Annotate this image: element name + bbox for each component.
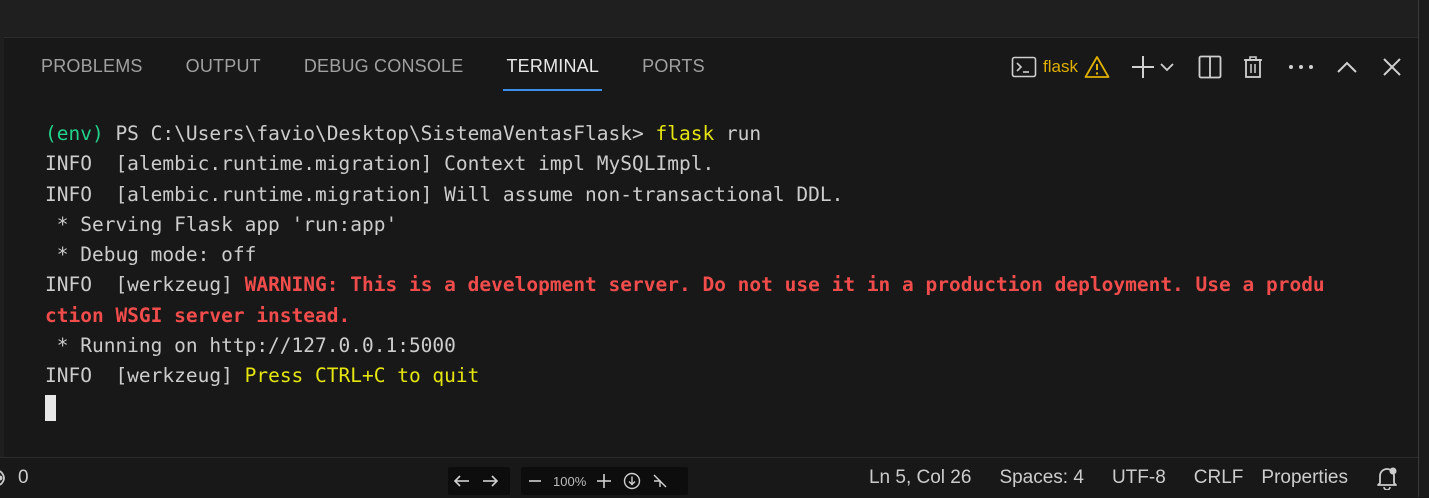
terminal-line: ction WSGI server instead. xyxy=(45,301,1413,331)
terminal-name: flask xyxy=(1043,57,1078,76)
prompt-command: flask xyxy=(655,122,715,145)
panel-actions: flask xyxy=(1011,49,1402,85)
collapse-icon[interactable] xyxy=(646,467,674,495)
terminal-line: INFO [werkzeug] Press CTRL+C to quit xyxy=(45,361,1413,391)
terminal-selector[interactable]: flask xyxy=(1011,55,1110,79)
terminal-line: INFO [alembic.runtime.migration] Context… xyxy=(45,152,715,176)
notifications-bell-icon[interactable] xyxy=(1376,466,1398,490)
tab-problems[interactable]: PROBLEMS xyxy=(41,38,143,94)
terminal-line xyxy=(45,392,1413,422)
language-mode[interactable]: Properties xyxy=(1261,467,1348,489)
tab-ports[interactable]: PORTS xyxy=(642,38,705,94)
terminal-line: INFO [alembic.runtime.migration] Will as… xyxy=(45,182,844,206)
arrow-right-icon[interactable] xyxy=(476,467,504,495)
encoding[interactable]: UTF-8 xyxy=(1112,467,1166,489)
zoom-level: 100% xyxy=(553,473,587,489)
terminal-line: INFO [werkzeug] WARNING: This is a devel… xyxy=(45,270,1413,300)
end-of-line[interactable]: CRLF xyxy=(1194,467,1244,489)
editor-area xyxy=(0,0,1418,38)
warning-text: ction WSGI server instead. xyxy=(45,303,351,327)
zoom-controls: 100% xyxy=(521,467,688,495)
prompt-env: (env) xyxy=(45,122,104,145)
close-icon[interactable] xyxy=(1382,57,1402,77)
tab-debug-console[interactable]: DEBUG CONSOLE xyxy=(304,38,464,94)
terminal-icon xyxy=(1011,55,1037,79)
warning-text: WARNING: This is a development server. D… xyxy=(244,273,1325,297)
warning-icon xyxy=(1084,55,1110,79)
panel-tabs: PROBLEMS OUTPUT DEBUG CONSOLE TERMINAL P… xyxy=(41,38,748,94)
prompt-args: run xyxy=(714,122,762,145)
split-terminal-icon[interactable] xyxy=(1198,55,1222,79)
broadcast-icon xyxy=(0,467,12,489)
bottom-panel: PROBLEMS OUTPUT DEBUG CONSOLE TERMINAL P… xyxy=(4,38,1418,457)
terminal-cursor xyxy=(45,395,56,422)
terminal-line: * Debug mode: off xyxy=(45,243,257,267)
status-right: Ln 5, Col 26 Spaces: 4 UTF-8 CRLF Proper… xyxy=(841,458,1398,498)
zoom-in-icon[interactable] xyxy=(590,467,618,495)
terminal-output[interactable]: (env) PS C:\Users\favio\Desktop\SistemaV… xyxy=(45,119,1413,422)
ports-status[interactable]: 0 xyxy=(0,458,29,498)
quit-text: Press CTRL+C to quit xyxy=(244,364,480,388)
tab-terminal[interactable]: TERMINAL xyxy=(503,38,602,94)
more-icon[interactable] xyxy=(1288,63,1314,71)
cursor-position[interactable]: Ln 5, Col 26 xyxy=(869,467,971,489)
log-prefix: INFO [werkzeug] xyxy=(45,273,245,297)
indentation[interactable]: Spaces: 4 xyxy=(999,467,1084,489)
zoom-out-icon[interactable] xyxy=(521,467,549,495)
download-icon[interactable] xyxy=(618,467,646,495)
log-prefix: INFO [werkzeug] xyxy=(45,364,245,388)
status-bar: 0 Ln 5, Col 26 Spaces: 4 UTF-8 CRLF Prop… xyxy=(0,457,1418,498)
scrollbar-rail[interactable] xyxy=(1418,0,1429,497)
new-terminal-plus-icon[interactable] xyxy=(1130,54,1156,80)
terminal-line: * Running on http://127.0.0.1:5000 xyxy=(45,334,456,358)
prompt-path: PS C:\Users\favio\Desktop\SistemaVentasF… xyxy=(103,122,656,145)
terminal-line: (env) PS C:\Users\favio\Desktop\SistemaV… xyxy=(45,119,1413,149)
terminal-line: * Serving Flask app 'run:app' xyxy=(45,212,398,236)
ports-count: 0 xyxy=(18,467,29,488)
maximize-panel-chevron-up-icon[interactable] xyxy=(1336,60,1358,74)
arrow-left-icon[interactable] xyxy=(448,467,476,495)
trash-icon[interactable] xyxy=(1242,55,1264,79)
navigation-controls xyxy=(448,467,510,495)
chevron-down-icon[interactable] xyxy=(1160,62,1174,72)
tab-output[interactable]: OUTPUT xyxy=(186,38,261,94)
